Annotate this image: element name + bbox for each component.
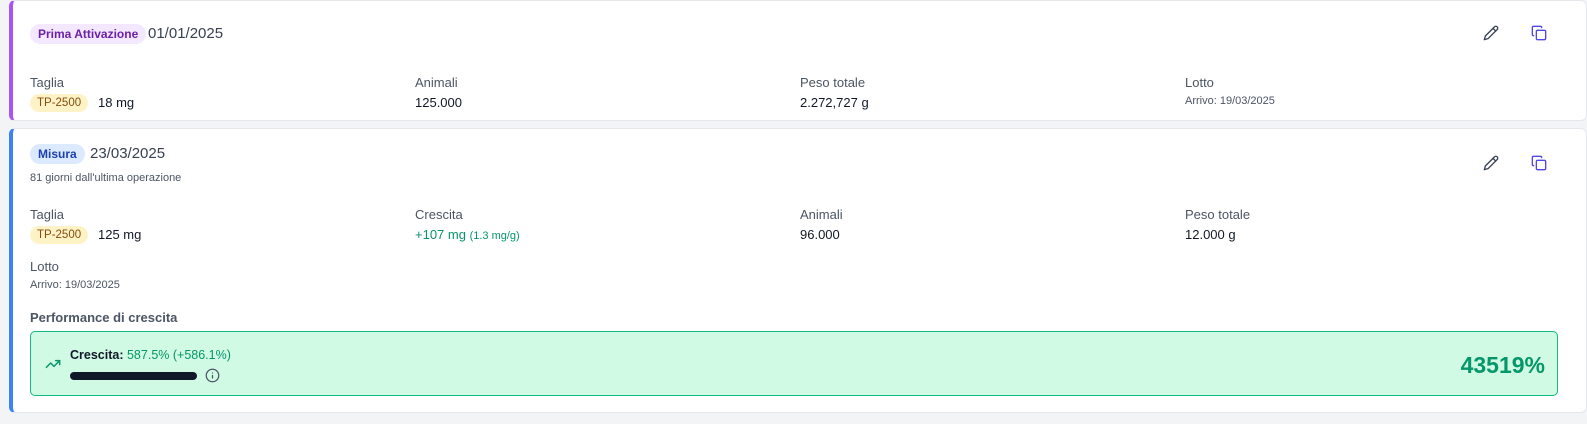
animali-label: Animali	[800, 207, 843, 222]
growth-performance-panel: Crescita: 587.5% (+586.1%) 43519%	[30, 331, 1558, 396]
lotto-label: Lotto	[1185, 75, 1214, 90]
growth-label-text: Crescita:	[70, 348, 124, 362]
operation-card-misura: Misura 23/03/2025 81 giorni dall'ultima …	[9, 128, 1587, 413]
growth-label: Crescita: 587.5% (+586.1%)	[70, 348, 231, 362]
copy-icon	[1531, 155, 1547, 171]
growth-progress-fill	[70, 372, 197, 380]
pencil-icon	[1483, 155, 1499, 171]
size-weight: 125 mg	[98, 227, 142, 242]
animali-value: 96.000	[800, 227, 840, 242]
taglia-label: Taglia	[30, 207, 64, 222]
operation-type-badge: Misura	[30, 144, 85, 164]
peso-totale-label: Peso totale	[1185, 207, 1251, 222]
growth-progress-bar	[70, 372, 197, 380]
crescita-rate: (1.3 mg/g)	[469, 230, 520, 242]
taglia-label: Taglia	[30, 75, 64, 90]
info-icon[interactable]	[205, 368, 220, 383]
size-weight: 18 mg	[98, 95, 135, 110]
operation-date: 01/01/2025	[148, 25, 224, 42]
operation-type-badge: Prima Attivazione	[30, 24, 147, 44]
growth-value: 587.5% (+586.1%)	[126, 348, 231, 362]
pencil-icon	[1483, 25, 1499, 41]
peso-totale-value: 2.272,727 g	[800, 95, 869, 110]
copy-icon	[1531, 25, 1547, 41]
size-code-badge: TP-2500	[30, 94, 89, 112]
lotto-label: Lotto	[30, 259, 59, 274]
lotto-arrival-date: Arrivo: 19/03/2025	[1185, 95, 1275, 107]
lotto-arrival-date: Arrivo: 19/03/2025	[30, 279, 120, 291]
edit-button[interactable]	[1480, 22, 1502, 44]
animali-value: 125.000	[415, 95, 462, 110]
size-code-badge: TP-2500	[30, 226, 89, 244]
edit-button[interactable]	[1480, 152, 1502, 174]
peso-totale-value: 12.000 g	[1185, 227, 1236, 242]
duplicate-button[interactable]	[1528, 22, 1550, 44]
crescita-label: Crescita	[415, 207, 463, 222]
operation-card-prima-attivazione: Prima Attivazione 01/01/2025 Taglia TP-2…	[9, 0, 1587, 121]
crescita-mg: +107 mg	[415, 227, 466, 242]
crescita-value: +107 mg (1.3 mg/g)	[415, 227, 520, 242]
performance-section-title: Performance di crescita	[30, 310, 178, 325]
peso-totale-label: Peso totale	[800, 75, 866, 90]
trending-up-icon	[45, 359, 61, 369]
days-since-last-operation: 81 giorni dall'ultima operazione	[30, 172, 182, 184]
growth-percentage: 43519%	[1460, 352, 1545, 378]
animali-label: Animali	[415, 75, 458, 90]
operation-date: 23/03/2025	[90, 145, 166, 162]
duplicate-button[interactable]	[1528, 152, 1550, 174]
